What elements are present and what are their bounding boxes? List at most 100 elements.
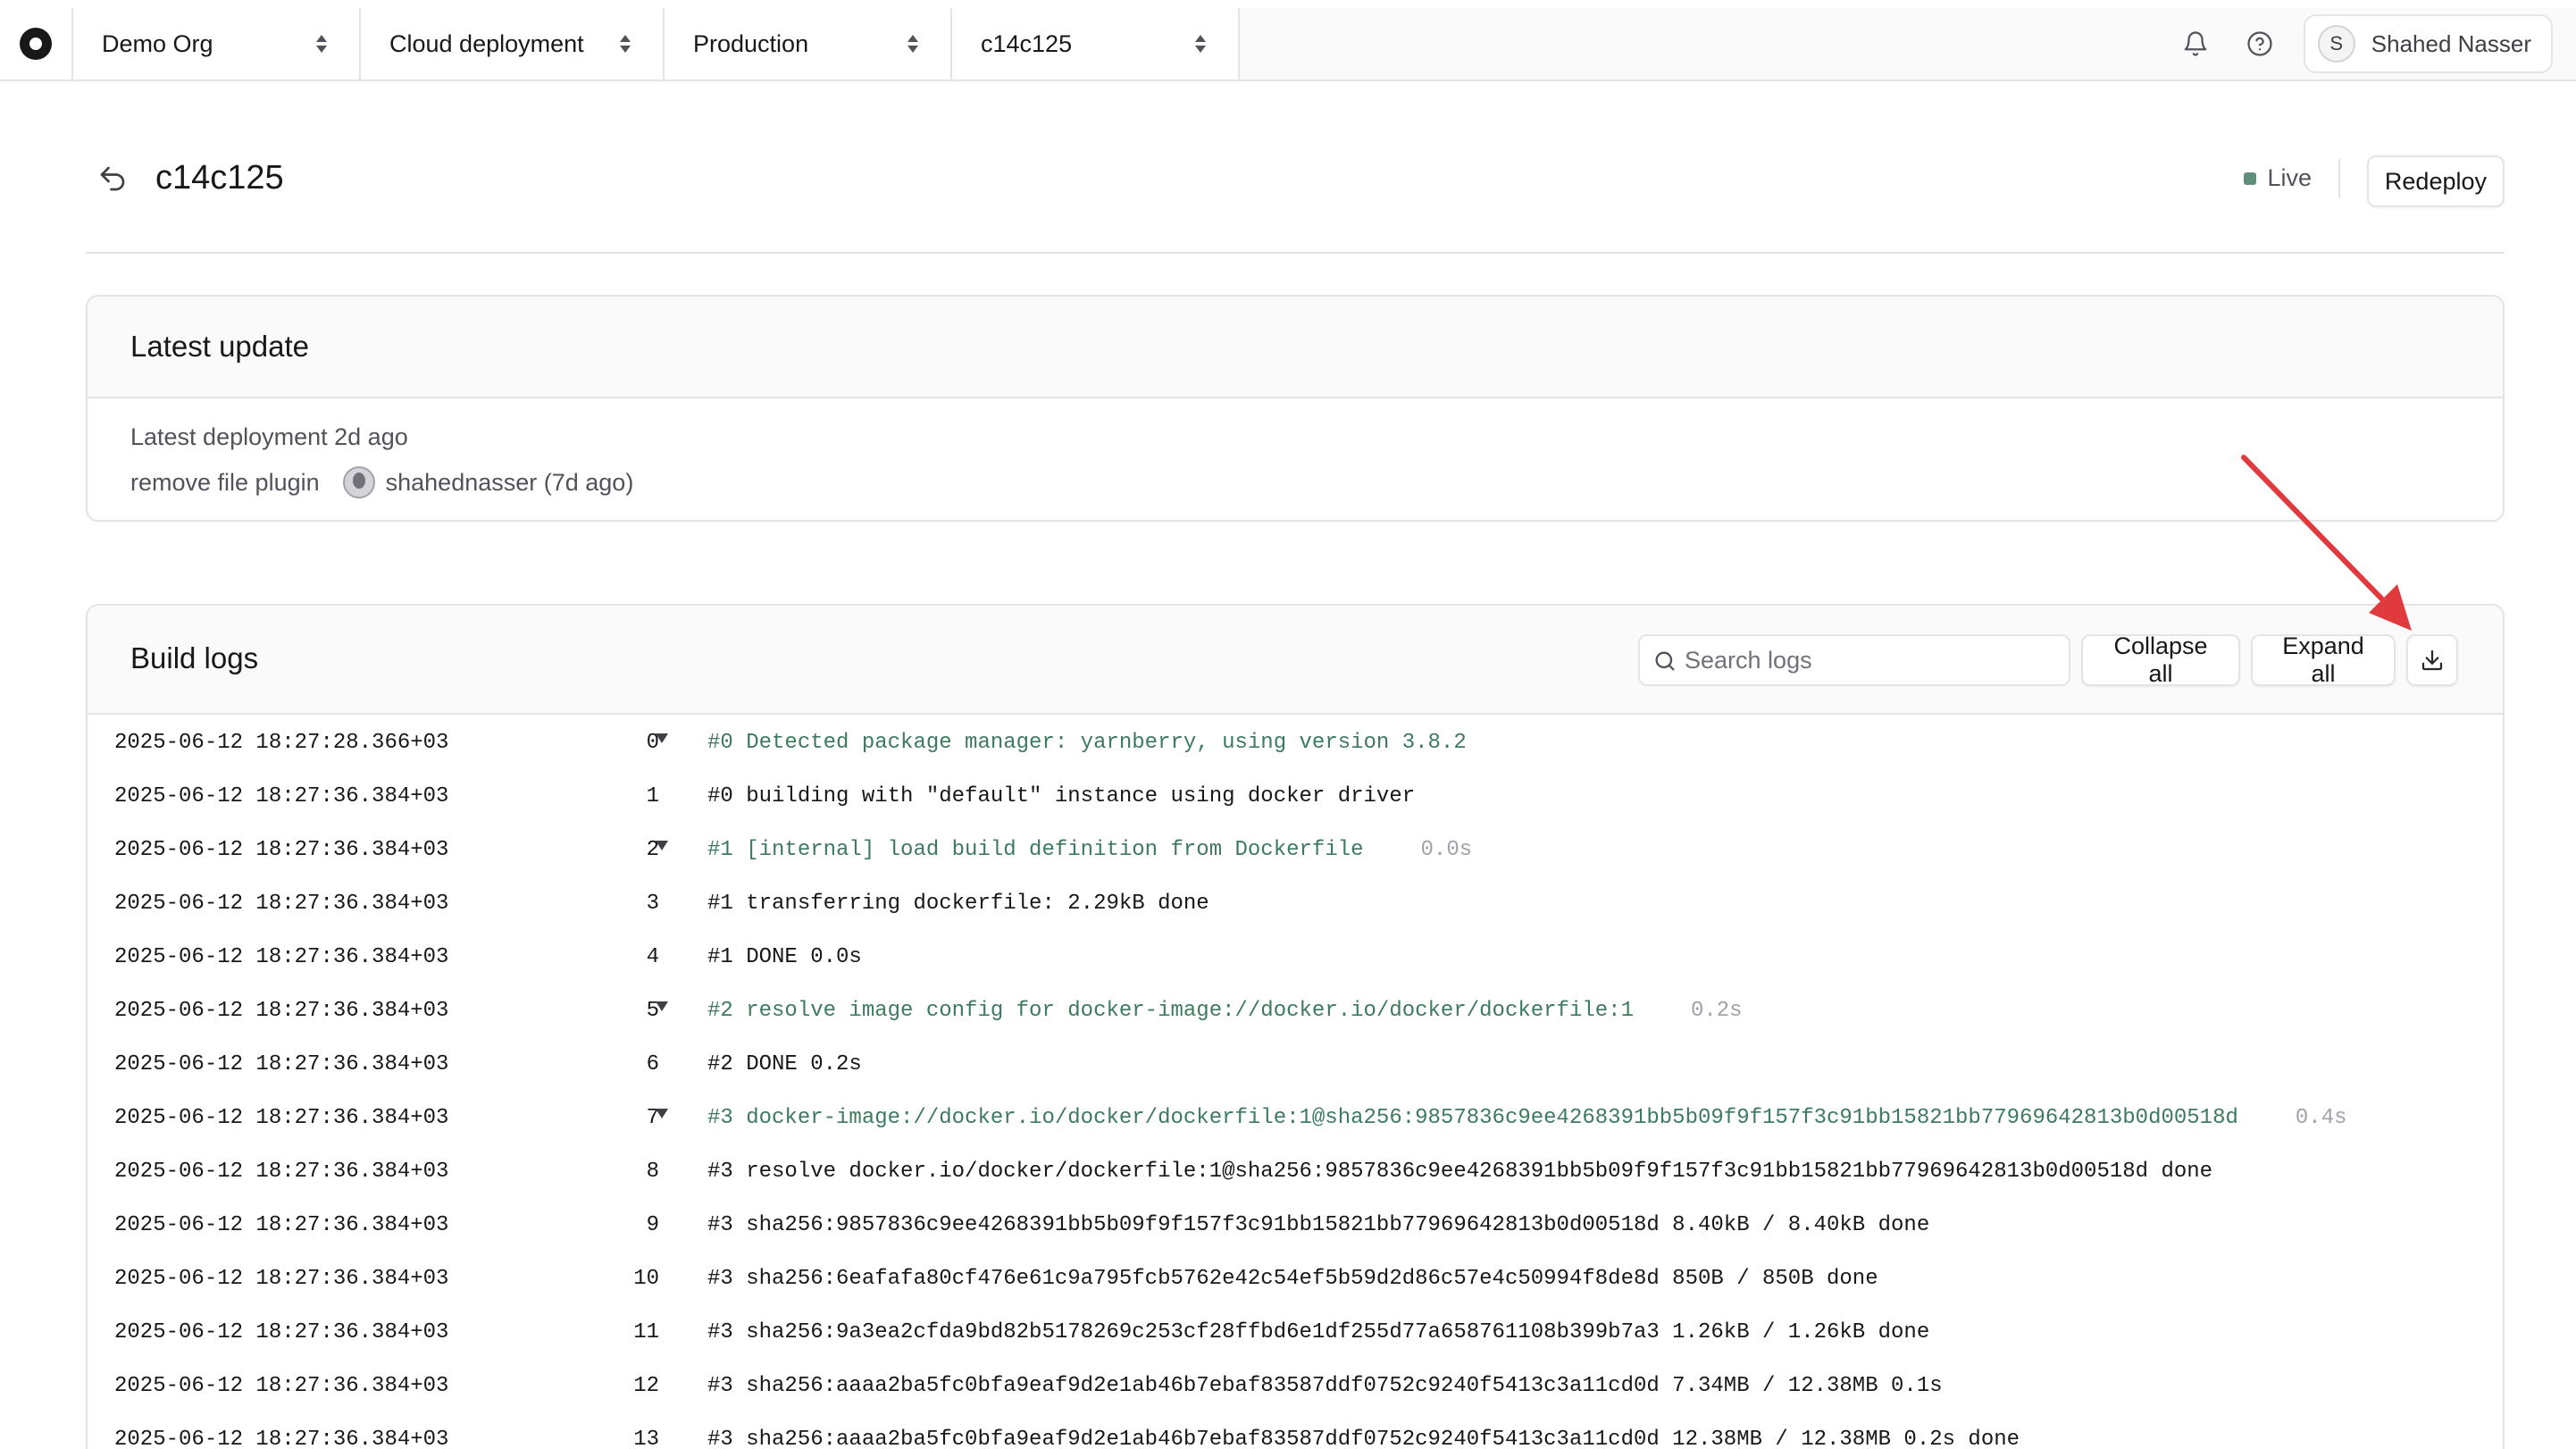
- redeploy-button[interactable]: Redeploy: [2366, 155, 2505, 207]
- log-line-number: 7: [646, 1106, 659, 1130]
- log-message-text: #1 DONE 0.0s: [707, 945, 862, 969]
- help-button[interactable]: [2239, 23, 2280, 64]
- collapse-toggle-icon[interactable]: [656, 1001, 668, 1011]
- log-message-text: #3 sha256:9a3ea2cfda9bd82b5178269c253cf2…: [707, 1320, 1930, 1344]
- log-row[interactable]: 2025-06-12 18:27:36.384+03 2 #1 [internal]…: [88, 824, 2503, 877]
- search-logs-field[interactable]: [1638, 634, 2070, 686]
- collapse-toggle-icon[interactable]: [656, 733, 668, 743]
- log-row: 2025-06-12 18:27:36.384+03 9 #3 sha256:985…: [88, 1199, 2503, 1252]
- log-message-text: #2 resolve image config for docker-image…: [707, 999, 1634, 1023]
- org-switcher-label: Demo Org: [102, 29, 213, 57]
- log-row[interactable]: 2025-06-12 18:27:28.366+03 0 #0 Detected p…: [88, 716, 2503, 770]
- download-logs-button[interactable]: [2406, 634, 2458, 686]
- topbar-actions: S Shahed Nasser: [2174, 8, 2576, 80]
- logo-icon: [20, 28, 52, 60]
- log-timestamp: 2025-06-12 18:27:36.384+03: [114, 1160, 449, 1184]
- log-timestamp: 2025-06-12 18:27:36.384+03: [114, 1374, 449, 1398]
- log-message-text: #3 sha256:6eafafa80cf476e61c9a795fcb5762…: [707, 1267, 1878, 1291]
- latest-deployment-text: Latest deployment 2d ago: [130, 423, 408, 450]
- commit-message: remove file plugin: [130, 468, 320, 496]
- log-timestamp: 2025-06-12 18:27:36.384+03: [114, 892, 449, 916]
- log-message: #0 Detected package manager: yarnberry, …: [707, 731, 1467, 755]
- commit-author: shahednasser (7d ago): [385, 468, 634, 496]
- environment-switcher[interactable]: Production: [665, 8, 952, 80]
- log-duration: 0.4s: [2295, 1106, 2347, 1130]
- log-message: #3 sha256:aaaa2ba5fc0bfa9eaf9d2e1ab46b7e…: [707, 1428, 2020, 1449]
- log-message-text: #3 sha256:aaaa2ba5fc0bfa9eaf9d2e1ab46b7e…: [707, 1428, 2020, 1449]
- environment-switcher-label: Production: [693, 29, 809, 57]
- search-icon: [1655, 651, 1675, 671]
- log-line-number: 1: [646, 784, 659, 808]
- back-icon[interactable]: [96, 163, 129, 195]
- top-navigation-bar: Demo Org Cloud deployment Production c14…: [0, 8, 2576, 81]
- log-message-text: #0 Detected package manager: yarnberry, …: [707, 731, 1467, 755]
- latest-update-card: Latest update Latest deployment 2d ago r…: [86, 295, 2505, 522]
- log-line-number: 2: [646, 838, 659, 862]
- project-switcher[interactable]: Cloud deployment: [361, 8, 665, 80]
- build-logs-card: Build logs Collapse all Expand all 2025-…: [86, 604, 2505, 1449]
- user-menu[interactable]: S Shahed Nasser: [2303, 14, 2553, 73]
- log-line-number: 0: [646, 731, 659, 755]
- live-status-dot: [2244, 172, 2257, 185]
- log-message: #1 [internal] load build definition from…: [707, 838, 1472, 862]
- collapse-all-button[interactable]: Collapse all: [2081, 632, 2240, 687]
- log-row: 2025-06-12 18:27:36.384+03 6 #2 DONE 0.2s: [88, 1038, 2503, 1092]
- log-timestamp: 2025-06-12 18:27:28.366+03: [114, 731, 449, 755]
- log-line-number: 6: [646, 1052, 659, 1076]
- log-row: 2025-06-12 18:27:36.384+03 10 #3 sha256:6e…: [88, 1252, 2503, 1306]
- log-message: #3 sha256:6eafafa80cf476e61c9a795fcb5762…: [707, 1267, 1878, 1291]
- expand-all-button[interactable]: Expand all: [2251, 632, 2396, 687]
- build-logs-title: Build logs: [130, 641, 259, 674]
- log-message: #3 docker-image://docker.io/docker/docke…: [707, 1106, 2347, 1130]
- log-message: #3 sha256:9857836c9ee4268391bb5b09f9f157…: [707, 1213, 1929, 1237]
- app-logo[interactable]: [0, 8, 73, 80]
- log-message: #2 DONE 0.2s: [707, 1052, 862, 1076]
- bell-icon: [2184, 31, 2207, 56]
- log-timestamp: 2025-06-12 18:27:36.384+03: [114, 784, 449, 808]
- collapse-toggle-icon[interactable]: [656, 1109, 668, 1118]
- log-row[interactable]: 2025-06-12 18:27:36.384+03 5 #2 resolve im…: [88, 984, 2503, 1038]
- log-row: 2025-06-12 18:27:36.384+03 13 #3 sha256:aa…: [88, 1413, 2503, 1449]
- notifications-button[interactable]: [2175, 23, 2216, 64]
- log-row[interactable]: 2025-06-12 18:27:36.384+03 7 #3 docker-ima…: [88, 1092, 2503, 1145]
- log-line-number: 3: [646, 892, 659, 916]
- search-logs-input[interactable]: [1685, 646, 2069, 674]
- page-title: c14c125: [155, 159, 284, 197]
- collapse-toggle-icon[interactable]: [656, 841, 668, 850]
- log-message: #2 resolve image config for docker-image…: [707, 999, 1743, 1023]
- log-timestamp: 2025-06-12 18:27:36.384+03: [114, 1213, 449, 1237]
- log-timestamp: 2025-06-12 18:27:36.384+03: [114, 945, 449, 969]
- log-message-text: #1 transferring dockerfile: 2.29kB done: [707, 892, 1209, 916]
- avatar: S: [2317, 25, 2355, 63]
- log-message: #3 resolve docker.io/docker/dockerfile:1…: [707, 1160, 2212, 1184]
- log-message: #3 sha256:9a3ea2cfda9bd82b5178269c253cf2…: [707, 1320, 1929, 1344]
- log-line-number: 9: [646, 1213, 659, 1237]
- log-line-number: 13: [633, 1428, 659, 1449]
- log-message: #1 transferring dockerfile: 2.29kB done: [707, 892, 1209, 916]
- divider: [2338, 159, 2340, 198]
- user-name: Shahed Nasser: [2371, 29, 2531, 57]
- log-row: 2025-06-12 18:27:36.384+03 1 #0 building w…: [88, 770, 2503, 824]
- chevron-up-down-icon: [316, 35, 327, 53]
- log-duration: 0.2s: [1690, 999, 1743, 1023]
- log-list: 2025-06-12 18:27:28.366+03 0 #0 Detected p…: [88, 716, 2503, 1449]
- log-message-text: #3 resolve docker.io/docker/dockerfile:1…: [707, 1160, 2213, 1184]
- page-header: c14c125 Live Redeploy: [86, 143, 2505, 254]
- log-message-text: #3 docker-image://docker.io/docker/docke…: [707, 1106, 2238, 1130]
- deployment-switcher[interactable]: c14c125: [952, 8, 1240, 80]
- log-timestamp: 2025-06-12 18:27:36.384+03: [114, 838, 449, 862]
- log-duration: 0.0s: [1420, 838, 1473, 862]
- project-switcher-label: Cloud deployment: [389, 29, 584, 57]
- chevron-up-down-icon: [620, 35, 631, 53]
- log-timestamp: 2025-06-12 18:27:36.384+03: [114, 1052, 449, 1076]
- status-badge: Live: [2244, 164, 2312, 192]
- log-timestamp: 2025-06-12 18:27:36.384+03: [114, 1320, 449, 1344]
- log-line-number: 5: [646, 999, 659, 1023]
- org-switcher[interactable]: Demo Org: [73, 8, 361, 80]
- status-text: Live: [2267, 164, 2312, 191]
- latest-update-title: Latest update: [88, 297, 2503, 398]
- log-line-number: 4: [646, 945, 659, 969]
- commit-author-avatar: [342, 466, 375, 498]
- log-row: 2025-06-12 18:27:36.384+03 12 #3 sha256:aa…: [88, 1360, 2503, 1413]
- log-line-number: 10: [633, 1267, 659, 1291]
